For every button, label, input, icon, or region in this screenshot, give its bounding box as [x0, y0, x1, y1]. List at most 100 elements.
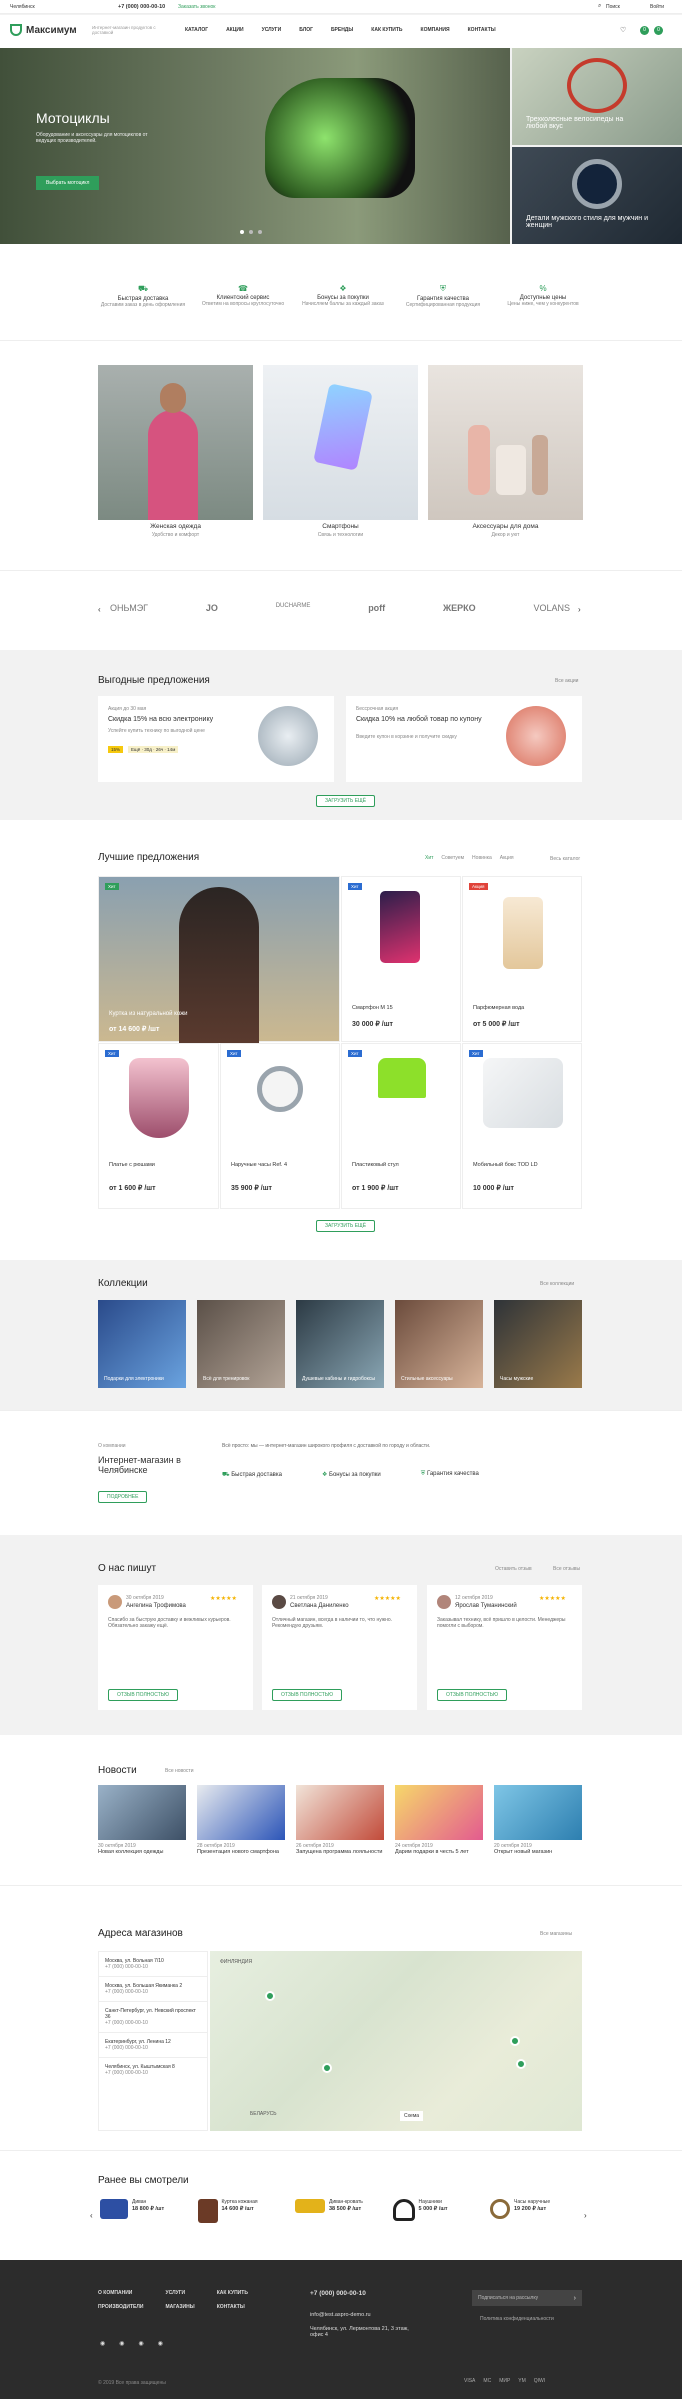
callback-link[interactable]: Заказать звонок: [178, 4, 215, 10]
hero-button[interactable]: Выбрать мотоцикл: [36, 176, 100, 190]
store-item[interactable]: Москва, ул. Большая Якиманка 2 +7 (000) 0…: [99, 1977, 207, 2002]
map-pin-icon[interactable]: [510, 2036, 520, 2046]
product-card[interactable]: Хит Смартфон M 15 30 000 ₽ /шт: [341, 876, 461, 1042]
stores-all-link[interactable]: Все магазины: [540, 1931, 572, 1937]
hero-main-slide[interactable]: Мотоциклы Оборудование и аксессуары для …: [0, 48, 510, 244]
review-full-button[interactable]: Отзыв полностью: [108, 1689, 179, 1701]
arrow-right-icon[interactable]: ›: [574, 2295, 576, 2302]
nav-services[interactable]: Услуги: [262, 27, 282, 33]
brands-next-button[interactable]: ›: [578, 605, 581, 614]
nav-contacts[interactable]: Контакты: [468, 27, 496, 33]
collection-tile[interactable]: Стильные аксессуары: [395, 1300, 483, 1388]
nav-blog[interactable]: Блог: [299, 27, 313, 33]
search-label[interactable]: Поиск: [606, 4, 620, 10]
viewed-next-button[interactable]: ›: [584, 2211, 587, 2220]
subscribe-field[interactable]: Подписаться на рассылку ›: [472, 2290, 582, 2306]
footer-link[interactable]: Магазины: [166, 2304, 205, 2310]
phone[interactable]: +7 (000) 000-00-10: [118, 4, 165, 10]
viewed-item[interactable]: Часы наручные 19 200 ₽ /шт: [490, 2199, 580, 2223]
map-pin-icon[interactable]: [322, 2063, 332, 2073]
reviews-all-link[interactable]: Все отзывы: [553, 1566, 580, 1572]
offers-more-button[interactable]: Загрузить ещё: [316, 795, 376, 807]
footer-link[interactable]: Как купить: [217, 2290, 258, 2296]
store-item[interactable]: Москва, ул. Вольная 7/10 +7 (000) 000-00-…: [99, 1952, 207, 1977]
news-card[interactable]: 28 октября 2019 Презентация нового смартф…: [197, 1785, 285, 1875]
footer-link[interactable]: Производители: [98, 2304, 154, 2310]
viewed-item[interactable]: Диван 18 800 ₽ /шт: [100, 2199, 190, 2223]
news-card[interactable]: 26 октября 2019 Запущена программа лояльн…: [296, 1785, 384, 1875]
about-button[interactable]: Подробнее: [98, 1491, 148, 1503]
footer-email[interactable]: info@test.aspro-demo.ru: [310, 2312, 371, 2318]
viewed-item[interactable]: Куртка кожаная 14 600 ₽ /шт: [197, 2199, 288, 2223]
product-card[interactable]: Хит Пластиковый стул от 1 900 ₽ /шт: [341, 1043, 461, 1209]
catalog-link[interactable]: Весь каталог: [550, 856, 580, 862]
brand-logo[interactable]: VOLANS: [533, 603, 570, 613]
offers-all-link[interactable]: Все акции: [555, 678, 578, 684]
collection-tile[interactable]: Всё для тренировок: [197, 1300, 285, 1388]
news-subscribe-link[interactable]: Все новости: [165, 1768, 194, 1774]
nav-catalog[interactable]: Каталог: [185, 27, 208, 33]
brands-prev-button[interactable]: ‹: [98, 605, 101, 614]
viewed-prev-button[interactable]: ‹: [90, 2211, 93, 2220]
offer-card[interactable]: Бессрочная акция Скидка 10% на любой тов…: [346, 696, 582, 782]
brand-logo[interactable]: DUCHARME: [276, 603, 311, 613]
instagram-icon[interactable]: ◉: [158, 2340, 163, 2347]
category-card[interactable]: Женская одежда Удобство и комфорт: [98, 365, 253, 540]
footer-link[interactable]: Услуги: [166, 2290, 205, 2296]
cart-count[interactable]: 0: [640, 26, 649, 35]
review-full-button[interactable]: Отзыв полностью: [272, 1689, 343, 1701]
category-card[interactable]: Смартфоны Связь и технологии: [263, 365, 418, 540]
map-pin-icon[interactable]: [265, 1991, 275, 2001]
brand-logo[interactable]: ОНЬМЭГ: [110, 603, 148, 613]
vk-icon[interactable]: ◉: [100, 2340, 105, 2347]
collection-tile[interactable]: Часы мужские: [494, 1300, 582, 1388]
city-selector[interactable]: Челябинск: [10, 4, 35, 10]
policy-link[interactable]: Политика конфиденциальности: [480, 2316, 554, 2322]
brand-logo[interactable]: ЖЕРКО: [443, 603, 476, 613]
review-full-button[interactable]: Отзыв полностью: [437, 1689, 508, 1701]
collection-tile[interactable]: Душевые кабины и гидробоксы: [296, 1300, 384, 1388]
compare-icon[interactable]: ♡: [620, 26, 626, 34]
logo-icon[interactable]: [10, 24, 22, 36]
nav-company[interactable]: Компания: [421, 27, 450, 33]
product-card[interactable]: Акция Парфюмерная вода от 5 000 ₽ /шт: [462, 876, 582, 1042]
hero-dots[interactable]: [240, 230, 262, 234]
hero-side-slide-2[interactable]: Детали мужского стиля для мужчин и женщи…: [512, 147, 682, 244]
twitter-icon[interactable]: ◉: [139, 2340, 144, 2347]
compare-count[interactable]: 0: [654, 26, 663, 35]
logo-text[interactable]: Максимум: [26, 25, 77, 36]
product-card[interactable]: Хит Наручные часы Ref. 4 35 900 ₽ /шт: [220, 1043, 340, 1209]
search-icon[interactable]: ⌕: [598, 3, 601, 10]
footer-link[interactable]: Контакты: [217, 2304, 258, 2310]
tab-sale[interactable]: Акция: [500, 855, 514, 861]
footer-link[interactable]: О компании: [98, 2290, 154, 2296]
store-map[interactable]: ФИНЛЯНДИЯ БЕЛАРУСЬ Схема: [210, 1951, 582, 2131]
viewed-item[interactable]: Наушники 5 000 ₽ /шт: [392, 2199, 483, 2223]
category-card[interactable]: Аксессуары для дома Декор и уют: [428, 365, 583, 540]
offer-card[interactable]: Акция до 30 мая Скидка 15% на всю электр…: [98, 696, 334, 782]
map-pin-icon[interactable]: [516, 2059, 526, 2069]
nav-sales[interactable]: Акции: [226, 27, 244, 33]
tab-new[interactable]: Новинка: [472, 855, 492, 861]
nav-brands[interactable]: Бренды: [331, 27, 353, 33]
product-card-large[interactable]: Хит Куртка из натуральной кожи от 14 600…: [98, 876, 340, 1043]
news-card[interactable]: 20 октября 2019 Открыт новый магазин: [494, 1785, 582, 1875]
news-card[interactable]: 24 октября 2019 Дарим подарки в честь 5 л…: [395, 1785, 483, 1875]
product-card[interactable]: Хит Платье с рюшами от 1 600 ₽ /шт: [98, 1043, 219, 1209]
leave-review-link[interactable]: Оставить отзыв: [495, 1566, 532, 1572]
brand-logo[interactable]: poff: [368, 603, 385, 613]
nav-howtobuy[interactable]: Как купить: [371, 27, 402, 33]
product-card[interactable]: Хит Мобильный бокс TOD LD 10 000 ₽ /шт: [462, 1043, 582, 1209]
store-item[interactable]: Екатеринбург, ул. Ленина 12 +7 (000) 000-…: [99, 2033, 207, 2058]
store-item[interactable]: Санкт-Петербург, ул. Невский проспект 36…: [99, 2002, 207, 2033]
collection-tile[interactable]: Подарки для электроники: [98, 1300, 186, 1388]
news-card[interactable]: 30 октября 2019 Новая коллекция одежды: [98, 1785, 186, 1875]
viewed-item[interactable]: Диван-кровать 38 500 ₽ /шт: [295, 2199, 385, 2223]
collections-all-link[interactable]: Все коллекции: [540, 1281, 574, 1287]
tab-recommend[interactable]: Советуем: [441, 855, 464, 861]
login-link[interactable]: Войти: [650, 4, 664, 10]
brand-logo[interactable]: JO: [206, 603, 218, 613]
map-scheme-button[interactable]: Схема: [400, 2111, 424, 2121]
best-more-button[interactable]: Загрузить ещё: [316, 1220, 376, 1232]
hero-side-slide-1[interactable]: Трехколесные велосипеды на любой вкус: [512, 48, 682, 145]
